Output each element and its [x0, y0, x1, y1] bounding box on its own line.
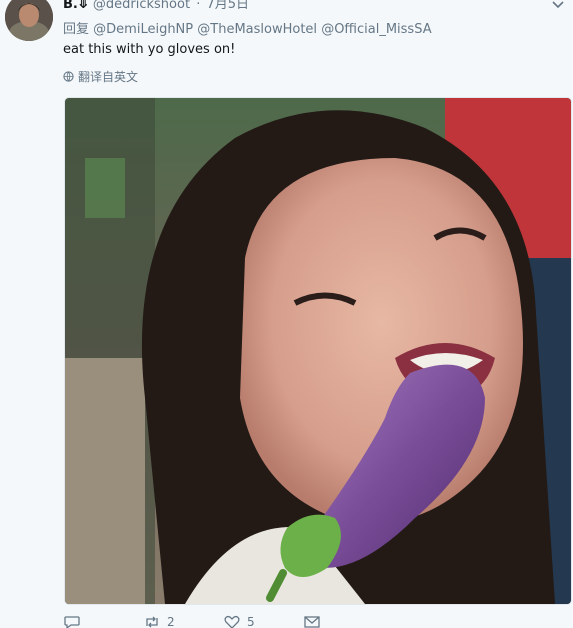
- reply-icon: [64, 616, 80, 628]
- direct-message-button[interactable]: [303, 614, 321, 628]
- retweet-icon: [146, 616, 158, 628]
- display-name[interactable]: B.⤋: [63, 0, 89, 12]
- translate-link[interactable]: 翻译自英文: [63, 68, 138, 85]
- like-count: 5: [247, 615, 255, 628]
- mention-link[interactable]: @Official_MissSA: [321, 22, 431, 37]
- mention-link[interactable]: @TheMaslowHotel: [197, 22, 317, 37]
- reply-button[interactable]: [63, 614, 87, 628]
- tweet-header: B.⤋ @dedrickshoot · 7月5日: [63, 0, 249, 12]
- mention-link[interactable]: @DemiLeighNP: [93, 22, 193, 37]
- reply-prefix: 回复: [63, 22, 90, 37]
- translate-label: 翻译自英文: [78, 70, 139, 84]
- retweet-button[interactable]: 2: [143, 614, 175, 628]
- heart-icon: [224, 615, 240, 628]
- chevron-down-icon[interactable]: [551, 0, 565, 10]
- envelope-icon: [304, 616, 320, 628]
- tweet: B.⤋ @dedrickshoot · 7月5日 回复 @DemiLeighNP…: [0, 0, 573, 628]
- tweet-date[interactable]: 7月5日: [206, 0, 249, 12]
- like-button[interactable]: 5: [223, 614, 255, 628]
- user-handle[interactable]: @dedrickshoot: [93, 0, 190, 12]
- tweet-photo[interactable]: [64, 97, 572, 605]
- reply-context: 回复 @DemiLeighNP @TheMaslowHotel @Officia…: [63, 18, 432, 37]
- retweet-count: 2: [167, 615, 175, 628]
- separator-dot: ·: [196, 0, 201, 12]
- avatar[interactable]: [5, 0, 53, 41]
- tweet-text: eat this with yo gloves on!: [63, 42, 236, 57]
- globe-icon: [63, 71, 74, 82]
